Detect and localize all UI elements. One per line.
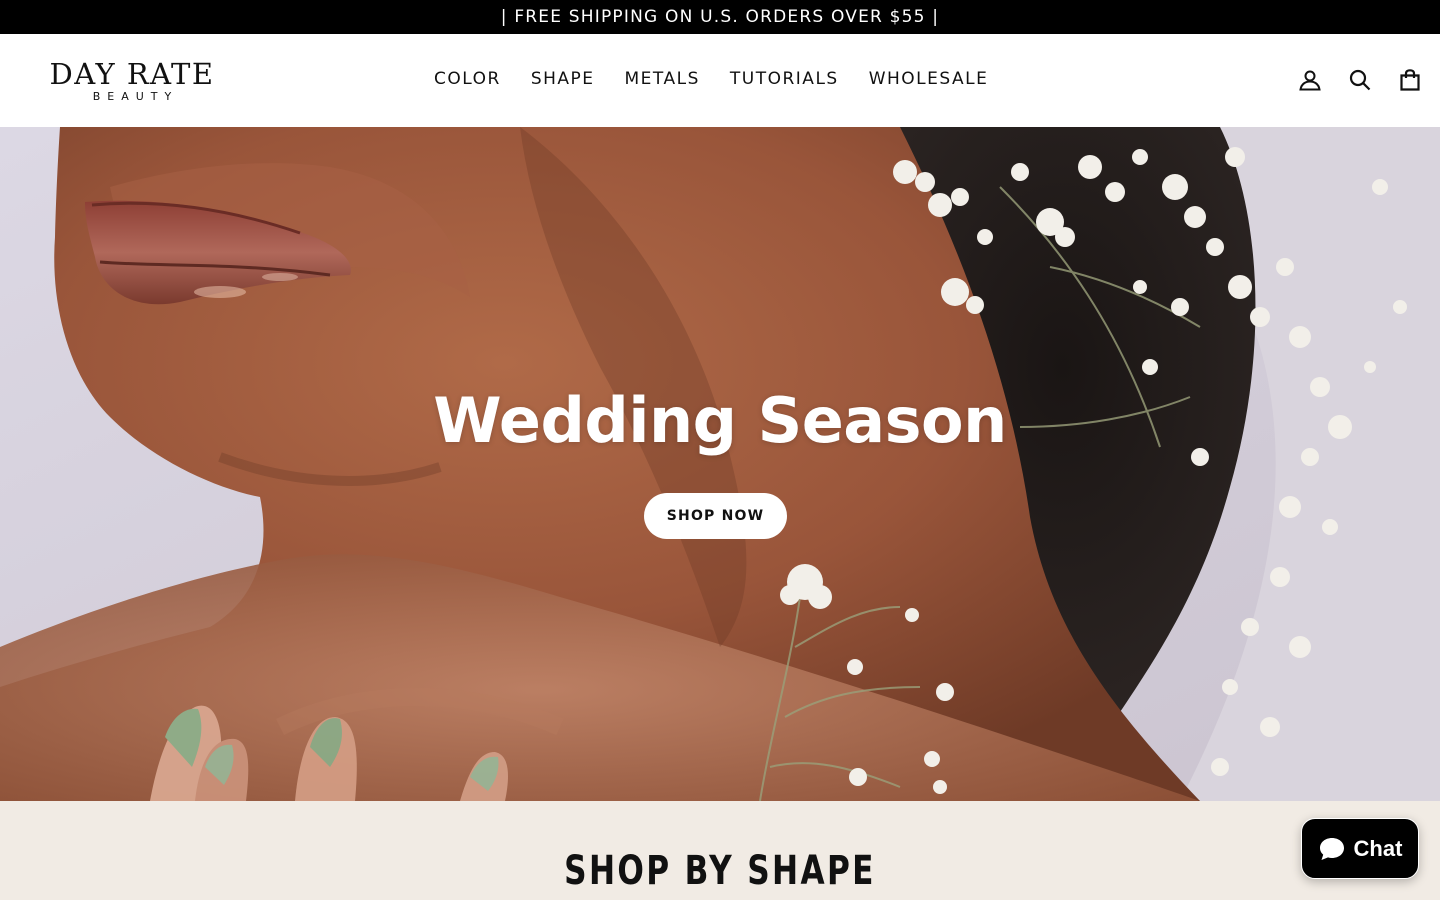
chat-bubble-icon [1318, 836, 1346, 862]
search-icon[interactable] [1348, 68, 1372, 92]
shop-by-shape-title: SHOP BY SHAPE [564, 848, 876, 894]
hero-banner: Wedding Season SHOP NOW [0, 127, 1440, 801]
main-nav: COLOR SHAPE METALS TUTORIALS WHOLESALE [419, 65, 1003, 93]
header-icons [1298, 66, 1422, 94]
cart-icon[interactable] [1398, 68, 1422, 92]
nav-item-wholesale[interactable]: WHOLESALE [854, 65, 1004, 93]
nav-item-metals[interactable]: METALS [610, 65, 715, 93]
site-header: DAY RATE BEAUTY COLOR SHAPE METALS TUTOR… [0, 34, 1440, 127]
chat-button[interactable]: Chat [1301, 818, 1419, 879]
nav-item-color[interactable]: COLOR [419, 65, 516, 93]
account-icon[interactable] [1298, 68, 1322, 92]
shop-now-button[interactable]: SHOP NOW [644, 493, 787, 539]
nav-item-tutorials[interactable]: TUTORIALS [715, 65, 854, 93]
hero-image [0, 127, 1440, 801]
shop-by-shape-section: SHOP BY SHAPE [0, 801, 1440, 900]
announcement-bar: | FREE SHIPPING ON U.S. ORDERS OVER $55 … [0, 0, 1440, 34]
chat-label: Chat [1353, 835, 1403, 861]
nav-item-shape[interactable]: SHAPE [516, 65, 610, 93]
brand-logo-sub: BEAUTY [92, 90, 179, 103]
hero-title: Wedding Season [433, 384, 1007, 457]
brand-logo-name: DAY RATE [49, 57, 215, 91]
announcement-text: | FREE SHIPPING ON U.S. ORDERS OVER $55 … [500, 7, 940, 27]
brand-logo[interactable]: DAY RATE BEAUTY [42, 59, 222, 105]
